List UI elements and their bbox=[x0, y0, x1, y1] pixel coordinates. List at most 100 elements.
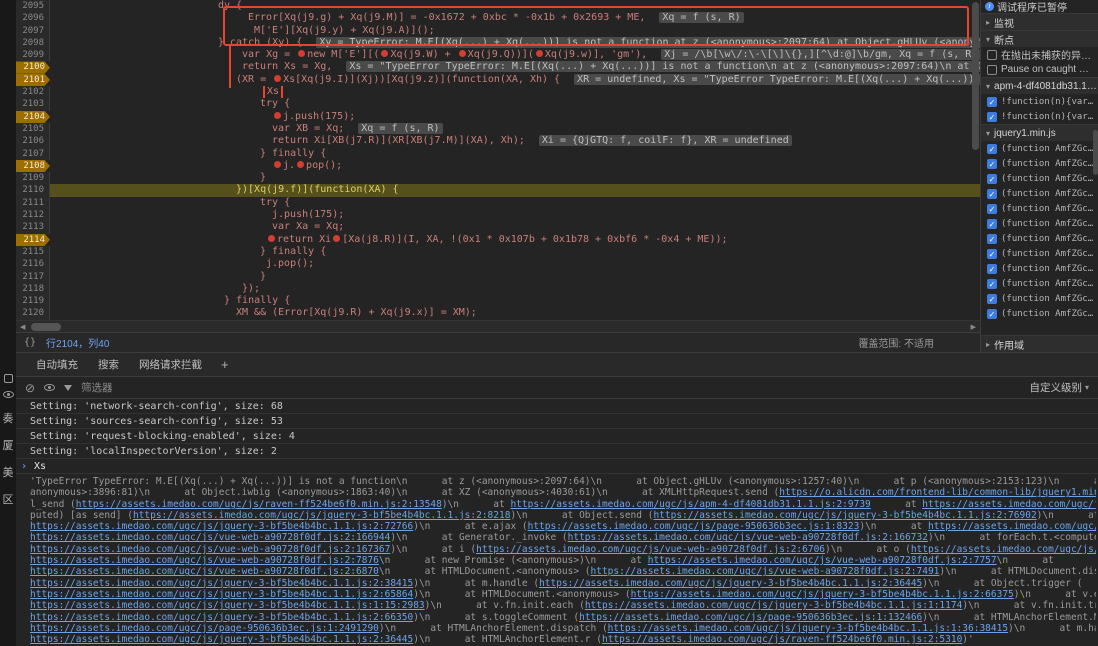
stack-frame-link[interactable]: https://o.alicdn.com/frontend-lib/common… bbox=[779, 487, 1096, 498]
breakpoint-entry[interactable]: ✓(function AmfZGc(){ bbox=[981, 216, 1098, 231]
breakpoint-entry[interactable]: ✓(function AmfZGc(){ bbox=[981, 291, 1098, 306]
new-tab-button[interactable]: + bbox=[212, 357, 238, 372]
stack-frame-link[interactable]: https://assets.imedao.com/ugc/js/vue-web… bbox=[568, 532, 928, 543]
console-filter-input[interactable] bbox=[81, 382, 231, 394]
stack-frame-link[interactable]: https://assets.imedao.com/ugc/js/page-95… bbox=[579, 612, 922, 623]
breakpoint-entry[interactable]: ✓(function AmfZGc(){ bbox=[981, 171, 1098, 186]
stack-frame-link[interactable]: https://assets.imedao.com/ugc/js/raven-f… bbox=[76, 499, 442, 510]
stack-frame-link[interactable]: https://assets.imedao.com/ugc/js/jquery-… bbox=[30, 634, 413, 645]
stack-frame-link[interactable]: https://assets.imedao.com/ugc/js/jquery-… bbox=[585, 600, 963, 611]
inline-breakpoint-dot[interactable] bbox=[274, 112, 281, 119]
breakpoint-entry[interactable]: ✓(function AmfZGc(){ bbox=[981, 261, 1098, 276]
stack-frame-link[interactable]: https://assets.imedao.com/ugc/js/jquery-… bbox=[30, 612, 413, 623]
pause-caught-row[interactable]: Pause on caught exceptions bbox=[981, 62, 1098, 77]
drawer-tab-1[interactable]: 搜索 bbox=[88, 353, 129, 376]
checkbox-checked[interactable]: ✓ bbox=[987, 294, 997, 304]
stack-frame-link[interactable]: https://assets.imedao.com/ugc/js/page-95… bbox=[30, 623, 379, 634]
line-number[interactable]: 2097 bbox=[16, 25, 50, 37]
inline-breakpoint-dot[interactable] bbox=[333, 235, 340, 242]
scrollbar-track[interactable] bbox=[29, 321, 966, 332]
inline-breakpoint-dot[interactable] bbox=[274, 75, 281, 82]
editor-horizontal-scrollbar[interactable]: ◀ ▶ bbox=[16, 320, 980, 332]
pause-uncaught-row[interactable]: 在抛出未捕获的异常时暂停 bbox=[981, 47, 1098, 62]
stack-frame-link[interactable]: https://assets.imedao.com/ugc/js/vue-web… bbox=[911, 544, 1096, 555]
line-number[interactable]: 2107 bbox=[16, 148, 50, 160]
checkbox-checked[interactable]: ✓ bbox=[987, 279, 997, 289]
line-number[interactable]: 2112 bbox=[16, 209, 50, 221]
stack-frame-link[interactable]: https://assets.imedao.com/ugc/js/vue-web… bbox=[30, 532, 390, 543]
stack-frame-link[interactable]: https://assets.imedao.com/ugc/js/jquery-… bbox=[133, 510, 511, 521]
stack-frame-link[interactable]: https://assets.imedao.com/ugc/js/jquery-… bbox=[539, 578, 922, 589]
stack-frame-link[interactable]: https://assets.imedao.com/ugc/js/jquery-… bbox=[631, 589, 1014, 600]
inline-breakpoint-dot[interactable] bbox=[274, 161, 281, 168]
stack-frame-link[interactable]: https://assets.imedao.com/ugc/js/vue-web… bbox=[30, 566, 379, 577]
checkbox-checked[interactable]: ✓ bbox=[987, 204, 997, 214]
checkbox-checked[interactable]: ✓ bbox=[987, 112, 997, 122]
breakpoint-gutter[interactable]: 2100 bbox=[16, 61, 50, 73]
watch-section-header[interactable]: ▸ 监视 bbox=[981, 13, 1098, 30]
strip-glyph[interactable]: 奏 bbox=[3, 406, 14, 433]
checkbox-checked[interactable]: ✓ bbox=[987, 249, 997, 259]
checkbox-checked[interactable]: ✓ bbox=[987, 189, 997, 199]
drawer-tab-2[interactable]: 网络请求拦截 bbox=[129, 353, 212, 376]
stack-frame-link[interactable]: https://assets.imedao.com/ugc/js/raven-f… bbox=[602, 634, 962, 645]
log-level-dropdown[interactable]: 自定义级别 ▾ bbox=[1029, 380, 1089, 395]
line-number[interactable]: 2095 bbox=[16, 0, 50, 12]
checkbox-checked[interactable]: ✓ bbox=[987, 97, 997, 107]
line-number[interactable]: 2117 bbox=[16, 271, 50, 283]
stack-frame-link[interactable]: https://assets.imedao.com/ugc/js/jquery-… bbox=[30, 600, 425, 611]
pretty-print-button[interactable]: {} bbox=[24, 337, 36, 348]
breakpoint-entry[interactable]: ✓(function AmfZGc(){ bbox=[981, 276, 1098, 291]
line-number[interactable]: 2099 bbox=[16, 49, 50, 61]
checkbox-checked[interactable]: ✓ bbox=[987, 144, 997, 154]
line-number[interactable]: 2120 bbox=[16, 307, 50, 319]
line-number[interactable]: 2102 bbox=[16, 86, 50, 98]
checkbox-unchecked[interactable] bbox=[987, 65, 997, 75]
line-number[interactable]: 2109 bbox=[16, 172, 50, 184]
inline-breakpoint-dot[interactable] bbox=[297, 161, 304, 168]
breakpoint-entry[interactable]: ✓(function AmfZGc(){ bbox=[981, 231, 1098, 246]
breakpoint-gutter[interactable]: 2114 bbox=[16, 234, 50, 246]
breakpoint-entry[interactable]: ✓(function AmfZGc(){ bbox=[981, 246, 1098, 261]
line-number[interactable]: 2119 bbox=[16, 295, 50, 307]
line-number[interactable]: 2118 bbox=[16, 283, 50, 295]
strip-glyph[interactable]: 区 bbox=[3, 487, 14, 514]
breakpoint-entry[interactable]: ✓(function AmfZGc(){ bbox=[981, 156, 1098, 171]
scrollbar-thumb[interactable] bbox=[1093, 130, 1098, 175]
stack-frame-link[interactable]: https://assets.imedao.com/ugc/js/vue-web… bbox=[648, 555, 997, 566]
breakpoint-gutter[interactable]: 2101 bbox=[16, 74, 50, 86]
breakpoint-file-header[interactable]: ▾apm-4-df4081db31.1… bbox=[981, 77, 1098, 94]
editor-vertical-scrollbar[interactable] bbox=[972, 0, 979, 318]
scope-section-header[interactable]: ▸ 作用域 bbox=[981, 335, 1098, 352]
line-number[interactable]: 2116 bbox=[16, 258, 50, 270]
line-number[interactable]: 2115 bbox=[16, 246, 50, 258]
breakpoint-entry[interactable]: ✓(function AmfZGc(){ bbox=[981, 306, 1098, 321]
strip-glyph[interactable]: 美 bbox=[3, 460, 14, 487]
line-number[interactable]: 2103 bbox=[16, 98, 50, 110]
inline-breakpoint-dot[interactable] bbox=[298, 50, 305, 57]
clear-console-icon[interactable]: ⊘ bbox=[25, 382, 35, 394]
scrollbar-thumb[interactable] bbox=[31, 323, 61, 331]
stack-frame-link[interactable]: https://assets.imedao.com/ugc/js/jquery-… bbox=[30, 578, 413, 589]
checkbox-checked[interactable]: ✓ bbox=[987, 264, 997, 274]
line-number[interactable]: 2111 bbox=[16, 197, 50, 209]
line-number[interactable]: 2110 bbox=[16, 184, 50, 196]
stack-frame-link[interactable]: https://assets.imedao.com/ugc/js/apm-4-d… bbox=[510, 499, 870, 510]
stack-frame-link[interactable]: https://assets.imedao.com/ugc/js/apm-4-d… bbox=[922, 499, 1096, 510]
drawer-tab-0[interactable]: 自动填充 bbox=[26, 353, 88, 376]
breakpoint-entry[interactable]: ✓(function AmfZGc(){ bbox=[981, 201, 1098, 216]
stack-frame-link[interactable]: https://assets.imedao.com/ugc/js/jquery-… bbox=[30, 521, 413, 532]
eye-icon[interactable] bbox=[3, 391, 14, 398]
line-number[interactable]: 2096 bbox=[16, 12, 50, 24]
checkbox-checked[interactable]: ✓ bbox=[987, 309, 997, 319]
sidebar-scrollbar[interactable] bbox=[1093, 0, 1098, 352]
live-expression-eye-icon[interactable] bbox=[44, 384, 55, 391]
breakpoint-file-header[interactable]: ▾jquery1.min.js bbox=[981, 124, 1098, 141]
breakpoint-entry[interactable]: ✓!function(n){var r= bbox=[981, 109, 1098, 124]
inline-breakpoint-dot[interactable] bbox=[536, 50, 543, 57]
stack-frame-link[interactable]: https://assets.imedao.com/ugc/js/vue-web… bbox=[591, 566, 940, 577]
checkbox-checked[interactable]: ✓ bbox=[987, 174, 997, 184]
breakpoint-entry[interactable]: ✓(function AmfZGc(){ bbox=[981, 186, 1098, 201]
breakpoint-entry[interactable]: ✓!function(n){var r= bbox=[981, 94, 1098, 109]
stack-frame-link[interactable]: https://assets.imedao.com/ugc/js/vue-web… bbox=[30, 544, 390, 555]
